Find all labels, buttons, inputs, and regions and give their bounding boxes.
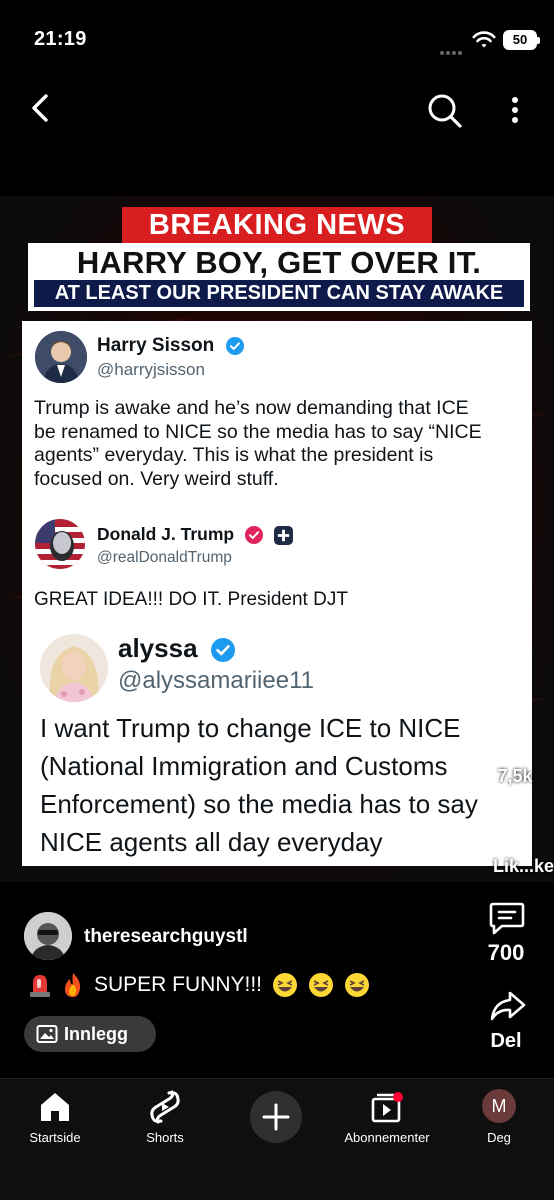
tweet-1-text: Trump is awake and he’s now demanding th… — [34, 397, 482, 490]
avatar: M — [482, 1089, 516, 1123]
post-caption: SUPER FUNNY!!! — [28, 972, 370, 998]
shorts-icon — [150, 1090, 180, 1124]
avatar — [35, 331, 87, 383]
tweet-2-text: GREAT IDEA!!! DO IT. President DJT — [34, 589, 348, 610]
comment-icon[interactable] — [488, 900, 526, 936]
tweet-3-text: I want Trump to change ICE to NICE (Nati… — [40, 713, 478, 857]
tweet-2-name: Donald J. Trump — [97, 524, 293, 545]
tweet-1-name: Harry Sisson — [97, 335, 244, 357]
laughing-emoji-icon — [309, 973, 334, 997]
nav-subscriptions[interactable]: Abonnementer — [332, 1089, 442, 1145]
post-chip-label: Innlegg — [64, 1023, 128, 1044]
more-vert-icon[interactable] — [500, 92, 530, 128]
subscriptions-icon — [371, 1092, 403, 1123]
wifi-icon — [472, 31, 496, 48]
nav-home[interactable]: Startside — [0, 1089, 110, 1145]
thumb-up-icon[interactable] — [492, 726, 526, 760]
verified-badge-icon — [225, 336, 244, 355]
headline-box: HARRY BOY, GET OVER IT. AT LEAST OUR PRE… — [28, 243, 530, 311]
nav-home-label: Startside — [29, 1130, 81, 1145]
nav-shorts-label: Shorts — [146, 1130, 184, 1145]
fire-emoji-icon — [65, 973, 81, 997]
channel-name[interactable]: theresearchguystl — [84, 926, 248, 948]
channel-avatar[interactable] — [24, 912, 72, 960]
avatar — [40, 634, 108, 702]
nav-me-label: Deg — [487, 1130, 511, 1145]
bottom-nav: Startside Shorts Abonnementer M Deg — [0, 1078, 554, 1200]
avatar — [35, 519, 85, 569]
battery-indicator: 50 — [503, 30, 540, 50]
share-label[interactable]: Del — [476, 1030, 536, 1053]
tweet-3-handle: @alyssamariiee11 — [118, 667, 314, 694]
nav-me[interactable]: M Deg — [444, 1089, 554, 1145]
tweet-2-handle: @realDonaldTrump — [97, 549, 232, 566]
status-bar: 21:19 50 — [0, 0, 554, 80]
caption-text: SUPER FUNNY!!! — [94, 973, 263, 996]
tweet-card: Harry Sisson @harryjsisson Trump is awak… — [22, 321, 532, 866]
breaking-news-banner: BREAKING NEWS — [122, 207, 432, 243]
signal-icon — [440, 42, 464, 60]
nav-shorts[interactable]: Shorts — [110, 1089, 220, 1145]
verified-badge-icon — [244, 526, 263, 545]
subheadline: AT LEAST OUR PRESIDENT CAN STAY AWAKE — [34, 280, 524, 307]
dislike-label: Lik...ke — [492, 856, 554, 876]
post-image[interactable]: BREAKING NEWS HARRY BOY, GET OVER IT. AT… — [0, 196, 554, 882]
image-icon — [36, 1025, 58, 1043]
tweet-1-handle: @harryjsisson — [97, 360, 205, 379]
post-type-chip[interactable]: Innlegg — [24, 1016, 156, 1052]
status-time: 21:19 — [34, 28, 87, 50]
share-icon[interactable] — [490, 990, 526, 1022]
back-icon[interactable] — [24, 90, 60, 126]
tweet-3-name: alyssa — [118, 633, 235, 664]
plus-icon — [262, 1103, 290, 1131]
search-icon[interactable] — [424, 90, 464, 130]
comment-count: 700 — [487, 940, 525, 965]
nav-subscriptions-label: Abonnementer — [344, 1130, 430, 1145]
home-icon — [41, 1093, 69, 1121]
government-badge-icon — [273, 525, 293, 545]
laughing-emoji-icon — [345, 973, 370, 997]
laughing-emoji-icon — [273, 973, 298, 997]
like-count: 7,5k — [497, 766, 533, 786]
siren-emoji-icon — [30, 975, 50, 997]
headline: HARRY BOY, GET OVER IT. — [76, 245, 482, 280]
verified-badge-icon — [210, 638, 235, 663]
thumb-down-icon[interactable] — [492, 812, 526, 846]
create-button[interactable] — [250, 1091, 302, 1143]
